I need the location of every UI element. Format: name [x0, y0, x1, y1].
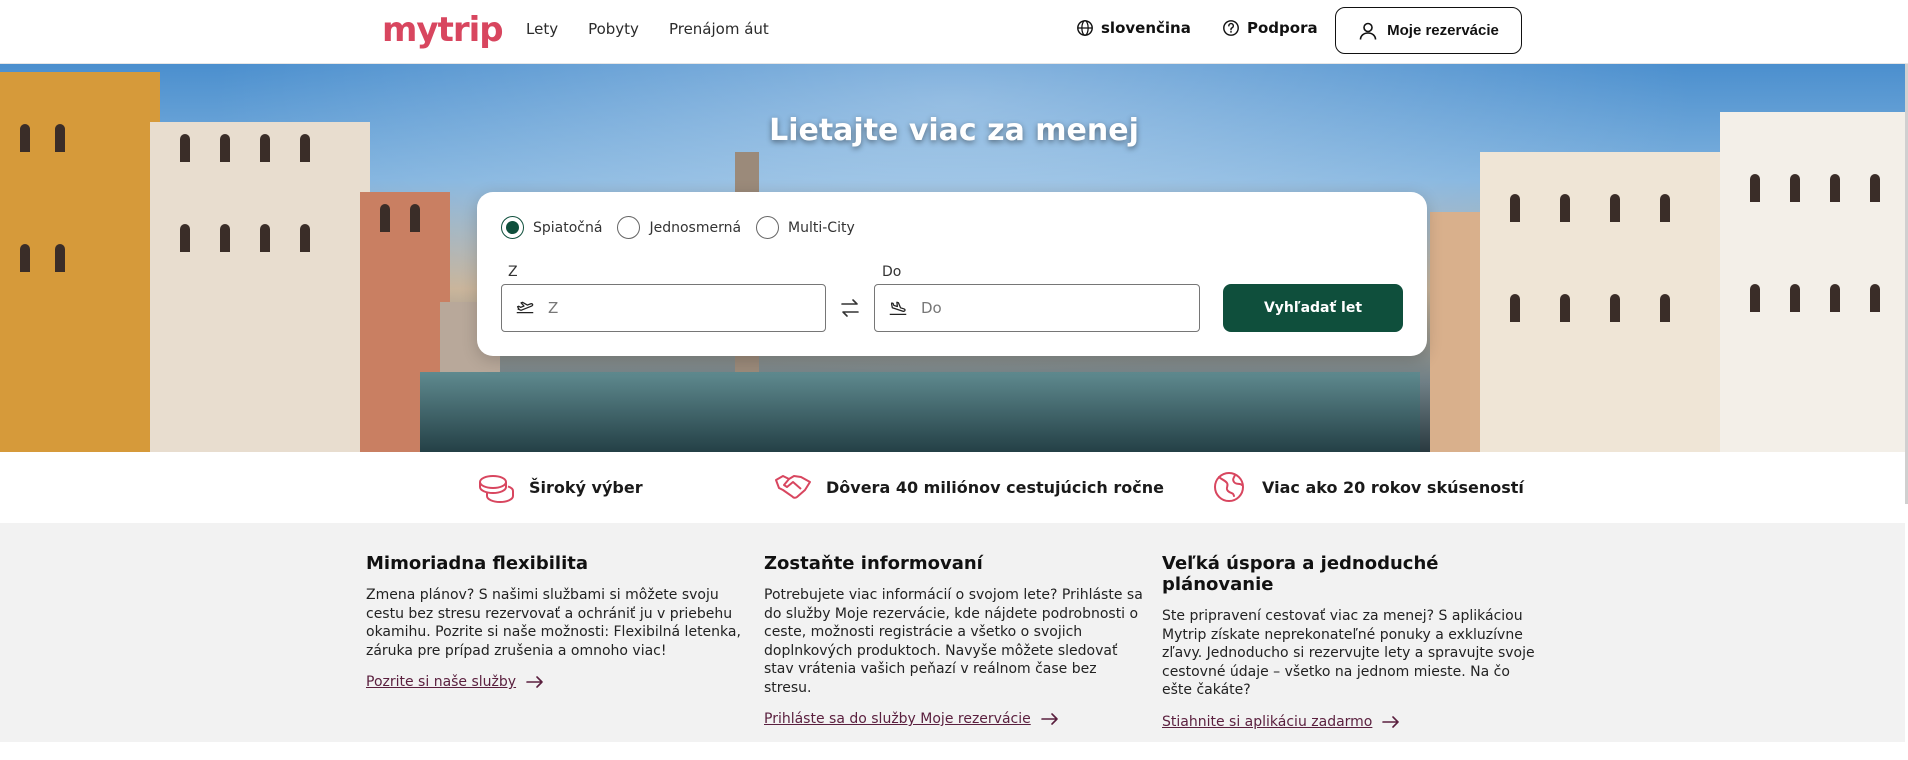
nav-stays[interactable]: Pobyty — [588, 20, 639, 38]
from-field[interactable] — [501, 284, 826, 332]
trip-type-label: Jednosmerná — [649, 219, 742, 236]
language-label: slovenčina — [1101, 19, 1191, 37]
my-bookings-label: Moje rezervácie — [1387, 22, 1499, 39]
feature-trust: Dôvera 40 miliónov cestujúcich ročne — [774, 470, 1164, 504]
to-label: Do — [882, 264, 902, 280]
radio-selected[interactable] — [501, 216, 524, 239]
info-text: Zmena plánov? S našimi službami si môžet… — [366, 587, 741, 659]
trip-type-label: Multi-City — [788, 219, 855, 236]
hero-banner: Lietajte viac za menej Spiatočná Jednosm… — [0, 64, 1905, 452]
link-label: Prihláste sa do služby Moje rezervácie — [764, 711, 1031, 727]
arrow-right-icon — [1382, 715, 1400, 728]
trip-type-one-way[interactable]: Jednosmerná — [617, 216, 741, 239]
info-section: Mimoriadna flexibilita Zmena plánov? S n… — [0, 523, 1905, 742]
trip-type-group: Spiatočná Jednosmerná Multi-City — [501, 216, 855, 239]
from-label: Z — [508, 264, 518, 280]
mytrip-logo[interactable]: mytrip — [382, 10, 504, 50]
hero-title: Lietajte viac za menej — [769, 113, 1139, 148]
globe-icon — [1077, 20, 1093, 36]
search-flights-button[interactable]: Vyhľadať let — [1223, 284, 1403, 332]
radio-unselected[interactable] — [617, 216, 641, 239]
my-bookings-button[interactable]: Moje rezervácie — [1335, 7, 1522, 54]
nav-flights[interactable]: Lety — [526, 20, 558, 38]
info-link-services[interactable]: Pozrite si naše služby — [366, 674, 544, 690]
info-link-download-app[interactable]: Stiahnite si aplikáciu zadarmo — [1162, 714, 1400, 730]
link-label: Pozrite si naše služby — [366, 674, 517, 690]
feature-experience: Viac ako 20 rokov skúseností — [1210, 470, 1524, 504]
top-header: mytrip Lety Pobyty Prenájom áut slovenči… — [0, 0, 1908, 64]
nav-car-rental[interactable]: Prenájom áut — [669, 20, 769, 38]
info-text: Potrebujete viac informácií o svojom let… — [764, 587, 1143, 696]
feature-text: Dôvera 40 miliónov cestujúcich ročne — [826, 477, 1164, 497]
support-link[interactable]: Podpora — [1222, 19, 1318, 37]
help-icon — [1223, 20, 1239, 36]
plane-takeoff-icon — [516, 301, 534, 314]
info-column-stay-informed: Zostaňte informovaní Potrebujete viac in… — [764, 553, 1144, 727]
info-title: Veľká úspora a jednoduché plánovanie — [1162, 553, 1439, 595]
info-title: Zostaňte informovaní — [764, 553, 983, 574]
plane-landing-icon — [889, 301, 907, 316]
support-label: Podpora — [1247, 19, 1318, 37]
trip-type-label: Spiatočná — [533, 219, 603, 236]
feature-text: Viac ako 20 rokov skúseností — [1262, 477, 1524, 497]
to-input[interactable] — [921, 299, 1121, 317]
info-link-my-bookings[interactable]: Prihláste sa do služby Moje rezervácie — [764, 711, 1059, 727]
info-column-flexibility: Mimoriadna flexibilita Zmena plánov? S n… — [366, 553, 746, 690]
radio-unselected[interactable] — [756, 216, 780, 239]
features-strip: Široký výber Dôvera 40 miliónov cestujúc… — [0, 452, 1905, 523]
coins-icon — [479, 475, 514, 504]
info-title: Mimoriadna flexibilita — [366, 553, 588, 574]
user-icon — [1359, 22, 1377, 40]
flight-search-card: Spiatočná Jednosmerná Multi-City Z Do Vy… — [477, 192, 1427, 356]
handshake-icon — [775, 475, 811, 499]
globe-icon — [1214, 472, 1244, 502]
trip-type-multi-city[interactable]: Multi-City — [756, 216, 855, 239]
trip-type-round-trip[interactable]: Spiatočná — [501, 216, 602, 239]
to-field[interactable] — [874, 284, 1200, 332]
feature-text: Široký výber — [529, 477, 643, 497]
info-column-app: Veľká úspora a jednoduché plánovanie Ste… — [1162, 553, 1542, 730]
arrow-right-icon — [526, 676, 543, 688]
arrow-right-icon — [1040, 713, 1058, 725]
language-selector[interactable]: slovenčina — [1076, 19, 1191, 37]
feature-wide-choice: Široký výber — [477, 470, 643, 504]
link-label: Stiahnite si aplikáciu zadarmo — [1162, 713, 1373, 730]
swap-icon[interactable] — [838, 296, 862, 320]
from-input[interactable] — [548, 299, 748, 317]
info-text: Ste pripravení cestovať viac za menej? S… — [1162, 608, 1535, 698]
main-nav: Lety Pobyty Prenájom áut — [526, 20, 769, 38]
